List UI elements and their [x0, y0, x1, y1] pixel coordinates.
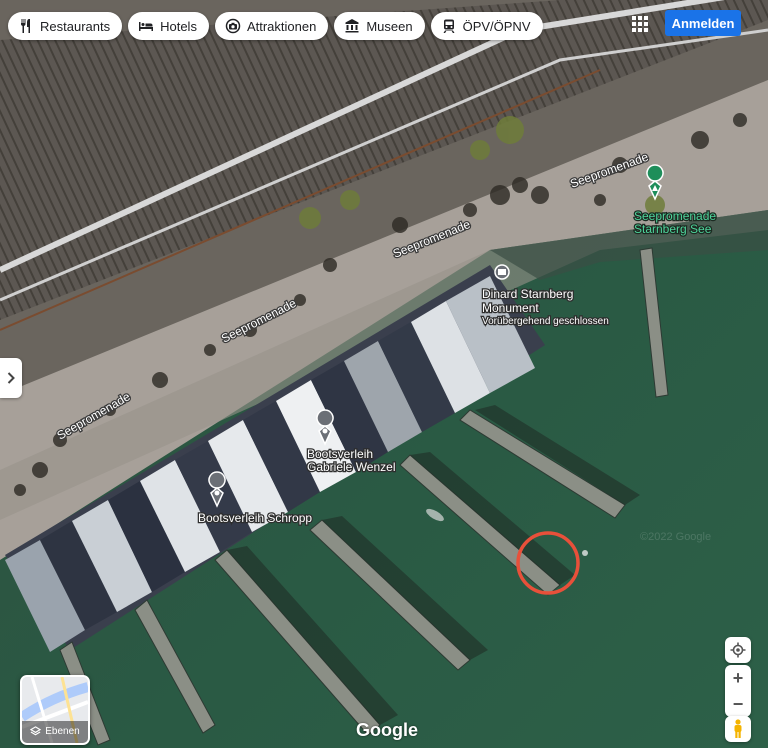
google-logo: Google: [356, 720, 418, 740]
apps-grid-button[interactable]: [628, 12, 652, 36]
poi-status: Vorübergehend geschlossen: [482, 316, 609, 327]
chip-label: Attraktionen: [246, 18, 317, 34]
zoom-out-button[interactable]: −: [725, 691, 751, 717]
pegman-icon: [734, 719, 742, 738]
side-panel-toggle[interactable]: [0, 358, 22, 398]
chip-hotels[interactable]: Hotels: [128, 12, 209, 40]
category-chips: Restaurants Hotels Attraktionen Museen Ö…: [8, 12, 543, 40]
chip-attraktionen[interactable]: Attraktionen: [214, 12, 329, 40]
museum-icon: [344, 18, 360, 34]
sign-in-button[interactable]: Anmelden: [665, 10, 741, 36]
zoom-in-button[interactable]: +: [725, 665, 751, 691]
layers-label: Ebenen: [45, 726, 80, 737]
train-icon: [441, 18, 457, 34]
chip-museen[interactable]: Museen: [334, 12, 425, 40]
poi-title: Bootsverleih: [307, 447, 373, 461]
locate-control: [725, 637, 751, 663]
my-location-button[interactable]: [725, 637, 751, 663]
poi-title: Starnberg See: [634, 222, 712, 236]
chip-restaurants[interactable]: Restaurants: [8, 12, 123, 40]
chip-label: Restaurants: [40, 18, 111, 34]
poi-title: Gabriele Wenzel: [307, 460, 396, 474]
apps-grid-icon: [632, 16, 648, 32]
zoom-control: + −: [725, 665, 751, 717]
chip-label: Hotels: [160, 18, 197, 34]
layers-label-row: Ebenen: [22, 726, 88, 737]
imagery-watermark: ©2022 Google: [640, 531, 711, 543]
poi-title: Seepromenade: [634, 209, 716, 223]
fork-knife-icon: [18, 18, 34, 34]
chip-label: Museen: [366, 18, 413, 34]
my-location-icon: [730, 642, 746, 658]
camera-icon: [225, 18, 241, 34]
chip-oepnv[interactable]: ÖPV/ÖPNV: [430, 12, 543, 40]
layers-button[interactable]: Ebenen: [20, 675, 90, 745]
chip-label: ÖPV/ÖPNV: [462, 18, 531, 34]
poi-title: Monument: [482, 301, 539, 315]
street-view-pegman-button[interactable]: [725, 716, 751, 742]
chevron-right-icon: [7, 372, 15, 384]
poi-title: Bootsverleih Schropp: [198, 511, 312, 525]
satellite-map[interactable]: Seepromenade Seepromenade Seepromenade S…: [0, 0, 768, 748]
poi-title: Dinard Starnberg: [482, 287, 573, 301]
layers-icon: [30, 726, 42, 736]
bed-icon: [138, 18, 154, 34]
